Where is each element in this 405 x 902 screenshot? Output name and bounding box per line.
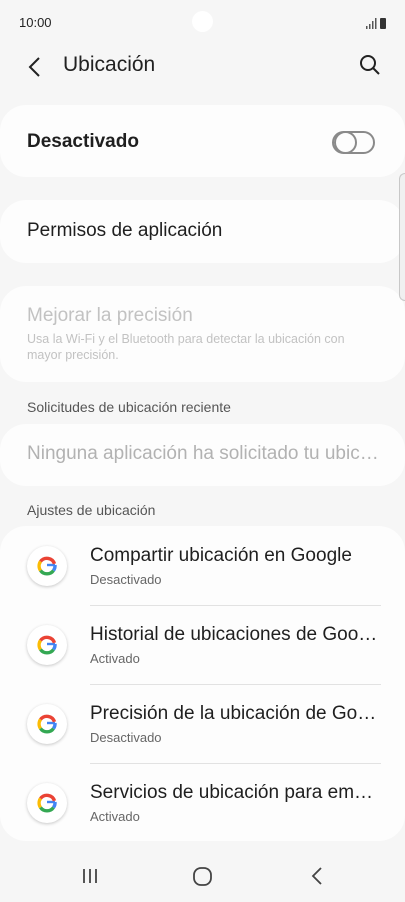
app-permissions-item[interactable]: Permisos de aplicación xyxy=(0,200,405,263)
signal-battery-icon xyxy=(365,16,387,29)
page-title: Ubicación xyxy=(63,53,156,76)
setting-title: Servicios de ubicación para emergencias xyxy=(90,782,380,803)
improve-accuracy-subtitle: Usa la Wi-Fi y el Bluetooth para detecta… xyxy=(27,332,345,362)
google-icon xyxy=(27,704,67,744)
google-icon xyxy=(27,546,67,586)
setting-google-location-sharing[interactable]: Compartir ubicación en Google Desactivad… xyxy=(0,526,405,605)
recent-requests-card: Ninguna aplicación ha solicitado tu ubic… xyxy=(0,424,405,486)
search-icon[interactable] xyxy=(357,52,383,78)
setting-title: Historial de ubicaciones de Google xyxy=(90,624,380,645)
setting-status: Desactivado xyxy=(90,572,162,587)
recent-requests-empty-text: Ninguna aplicación ha solicitado tu ubic… xyxy=(27,443,382,464)
back-arrow-icon[interactable] xyxy=(20,52,50,82)
location-switch-label: Desactivado xyxy=(27,131,139,152)
setting-status: Activado xyxy=(90,651,140,666)
google-icon xyxy=(27,783,67,823)
google-icon xyxy=(27,625,67,665)
setting-google-location-accuracy[interactable]: Precisión de la ubicación de Google Desa… xyxy=(0,684,405,763)
recent-apps-icon[interactable] xyxy=(80,866,100,886)
back-icon[interactable] xyxy=(308,865,326,887)
setting-status: Activado xyxy=(90,809,140,824)
status-bar: 10:00 xyxy=(0,0,405,44)
location-toggle-switch[interactable] xyxy=(332,131,375,154)
app-bar: Ubicación xyxy=(0,44,405,88)
status-time: 10:00 xyxy=(19,15,52,30)
recent-requests-header: Solicitudes de ubicación reciente xyxy=(27,399,231,415)
setting-status: Desactivado xyxy=(90,730,162,745)
improve-accuracy-title: Mejorar la precisión xyxy=(27,305,193,326)
navigation-bar xyxy=(0,852,405,902)
setting-google-location-history[interactable]: Historial de ubicaciones de Google Activ… xyxy=(0,605,405,684)
toggle-knob xyxy=(334,131,357,154)
setting-emergency-location-services[interactable]: Servicios de ubicación para emergencias … xyxy=(0,763,405,842)
camera-cutout xyxy=(192,11,213,32)
setting-title: Precisión de la ubicación de Google xyxy=(90,703,380,724)
location-settings-header: Ajustes de ubicación xyxy=(27,502,156,518)
app-permissions-label: Permisos de aplicación xyxy=(27,220,223,241)
setting-title: Compartir ubicación en Google xyxy=(90,545,352,566)
improve-accuracy-item: Mejorar la precisión Usa la Wi-Fi y el B… xyxy=(0,286,405,382)
scrollbar[interactable] xyxy=(399,173,405,301)
location-master-switch-row[interactable]: Desactivado xyxy=(0,105,405,177)
home-icon[interactable] xyxy=(192,866,213,887)
location-settings-card: Compartir ubicación en Google Desactivad… xyxy=(0,526,405,841)
